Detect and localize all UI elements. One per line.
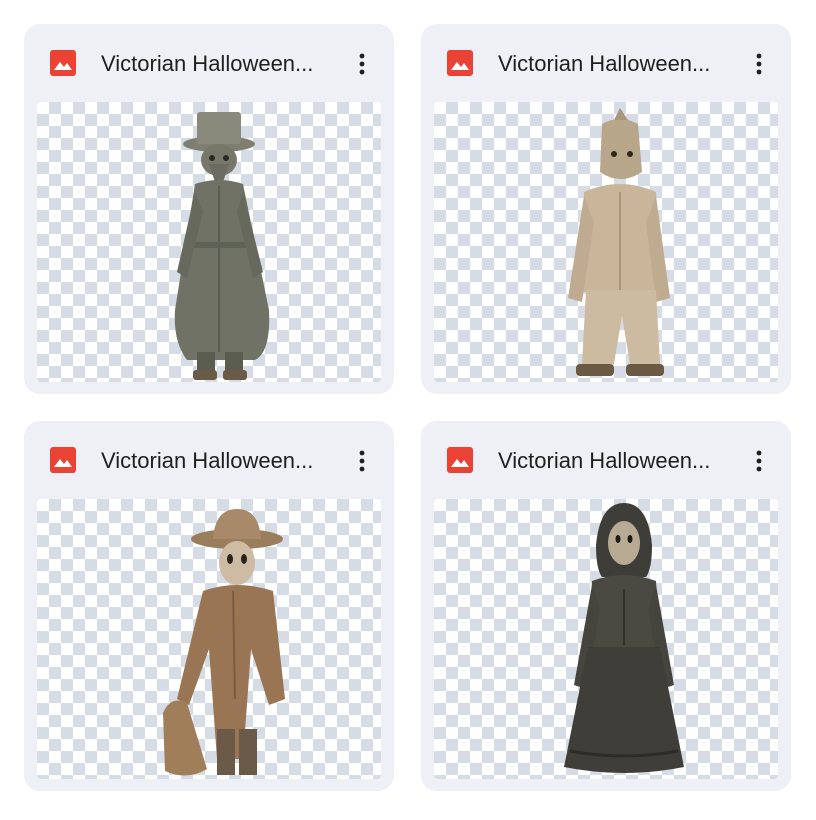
- file-card-header: Victorian Halloween...: [24, 24, 394, 102]
- image-file-icon: [447, 447, 473, 473]
- file-name[interactable]: Victorian Halloween...: [101, 50, 337, 78]
- costume-figure-image: [568, 108, 670, 376]
- costume-figure-image: [163, 509, 285, 776]
- file-card[interactable]: Victorian Halloween...: [421, 24, 791, 394]
- file-thumbnail[interactable]: [434, 102, 778, 382]
- file-thumbnail[interactable]: [434, 499, 778, 779]
- more-actions-button[interactable]: [741, 443, 777, 479]
- costume-figure-image: [174, 112, 270, 380]
- file-name[interactable]: Victorian Halloween...: [101, 447, 337, 475]
- file-card-header: Victorian Halloween...: [421, 421, 791, 499]
- image-file-icon: [447, 50, 473, 76]
- file-card[interactable]: Victorian Halloween...: [421, 421, 791, 791]
- more-vert-icon: [359, 450, 365, 472]
- image-file-icon: [50, 50, 76, 76]
- file-card[interactable]: Victorian Halloween...: [24, 421, 394, 791]
- more-vert-icon: [756, 53, 762, 75]
- file-card-header: Victorian Halloween...: [421, 24, 791, 102]
- file-name[interactable]: Victorian Halloween...: [498, 447, 734, 475]
- file-card[interactable]: Victorian Halloween...: [24, 24, 394, 394]
- image-file-icon: [50, 447, 76, 473]
- costume-figure-image: [564, 503, 684, 773]
- file-card-header: Victorian Halloween...: [24, 421, 394, 499]
- more-vert-icon: [756, 450, 762, 472]
- more-actions-button[interactable]: [344, 443, 380, 479]
- file-thumbnail[interactable]: [37, 102, 381, 382]
- more-actions-button[interactable]: [741, 46, 777, 82]
- file-name[interactable]: Victorian Halloween...: [498, 50, 734, 78]
- more-actions-button[interactable]: [344, 46, 380, 82]
- more-vert-icon: [359, 53, 365, 75]
- file-thumbnail[interactable]: [37, 499, 381, 779]
